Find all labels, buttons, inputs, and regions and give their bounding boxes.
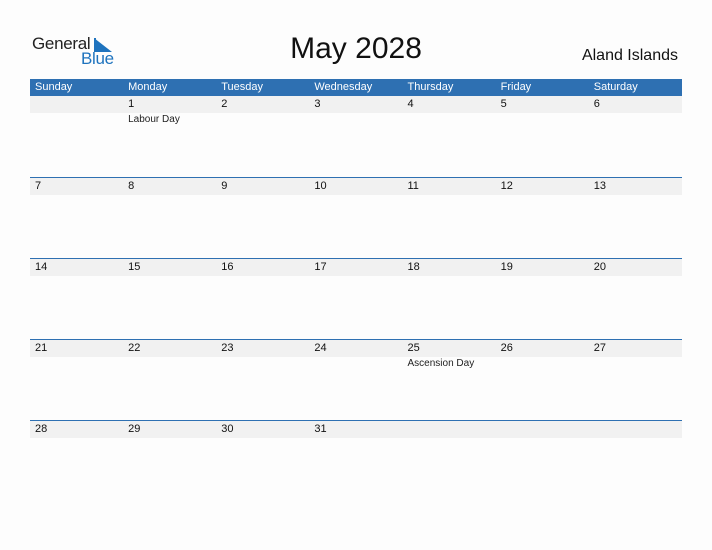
weekday-wednesday: Wednesday <box>314 81 373 93</box>
day-number: 7 <box>35 180 42 192</box>
weekday-saturday: Saturday <box>593 81 638 93</box>
holiday-label <box>30 113 123 127</box>
day-number-band: 7 8 9 10 11 12 13 <box>30 178 682 195</box>
day-number: 15 <box>128 261 141 273</box>
week-row: 28 29 30 31 <box>30 420 682 501</box>
day-number: 3 <box>314 98 321 110</box>
holiday-label <box>496 357 589 371</box>
weekday-sunday: Sunday <box>35 81 73 93</box>
weekday-monday: Monday <box>128 81 168 93</box>
day-number: 9 <box>221 180 228 192</box>
calendar-grid: Sunday Monday Tuesday Wednesday Thursday… <box>30 79 682 501</box>
holiday-label <box>589 113 682 127</box>
day-number: 25 <box>407 342 420 354</box>
day-number: 29 <box>128 423 141 435</box>
day-number-band: 14 15 16 17 18 19 20 <box>30 259 682 276</box>
day-number: 5 <box>500 98 507 110</box>
holiday-label <box>123 357 216 371</box>
holiday-label: Ascension Day <box>407 358 475 369</box>
day-number: 12 <box>500 180 513 192</box>
holiday-label <box>309 113 402 127</box>
weekday-tuesday: Tuesday <box>221 81 264 93</box>
weekday-header: Sunday Monday Tuesday Wednesday Thursday… <box>30 79 682 96</box>
day-number: 19 <box>500 261 513 273</box>
day-number: 6 <box>593 98 600 110</box>
day-number: 23 <box>221 342 234 354</box>
day-number-band: 28 29 30 31 <box>30 421 682 438</box>
day-number-band: 21 22 23 24 25 26 27 <box>30 340 682 357</box>
day-number: 8 <box>128 180 135 192</box>
weekday-thursday: Thursday <box>407 81 454 93</box>
country-label: Aland Islands <box>581 47 678 64</box>
weekday-friday: Friday <box>500 81 532 93</box>
week-row: 1 2 3 4 5 6 Labour Day <box>30 96 682 177</box>
day-number: 1 <box>128 98 135 110</box>
day-number: 30 <box>221 423 234 435</box>
events-band: Ascension Day <box>30 357 682 371</box>
day-number: 24 <box>314 342 327 354</box>
day-number: 21 <box>35 342 48 354</box>
events-band: Labour Day <box>30 113 682 127</box>
day-number: 16 <box>221 261 234 273</box>
day-number: 17 <box>314 261 327 273</box>
day-number <box>496 421 589 438</box>
day-number: 4 <box>407 98 414 110</box>
holiday-label: Labour Day <box>128 114 180 125</box>
week-row: 14 15 16 17 18 19 20 <box>30 258 682 339</box>
day-number: 22 <box>128 342 141 354</box>
day-number <box>30 96 123 113</box>
holiday-label <box>216 113 309 127</box>
day-number <box>589 421 682 438</box>
day-number: 26 <box>500 342 513 354</box>
day-number <box>403 421 496 438</box>
day-number: 10 <box>314 180 327 192</box>
day-number: 27 <box>593 342 606 354</box>
day-number: 11 <box>407 180 419 192</box>
holiday-label <box>216 357 309 371</box>
day-number: 2 <box>221 98 228 110</box>
day-number: 20 <box>593 261 606 273</box>
day-number: 28 <box>35 423 48 435</box>
holiday-label <box>30 357 123 371</box>
day-number-band: 1 2 3 4 5 6 <box>30 96 682 113</box>
day-number: 18 <box>407 261 420 273</box>
holiday-label <box>496 113 589 127</box>
day-number: 31 <box>314 423 327 435</box>
holiday-label <box>589 357 682 371</box>
week-row: 7 8 9 10 11 12 13 <box>30 177 682 258</box>
holiday-label <box>403 113 496 127</box>
day-number: 14 <box>35 261 48 273</box>
holiday-label <box>309 357 402 371</box>
week-row: 21 22 23 24 25 26 27 Ascension Day <box>30 339 682 420</box>
day-number: 13 <box>593 180 606 192</box>
